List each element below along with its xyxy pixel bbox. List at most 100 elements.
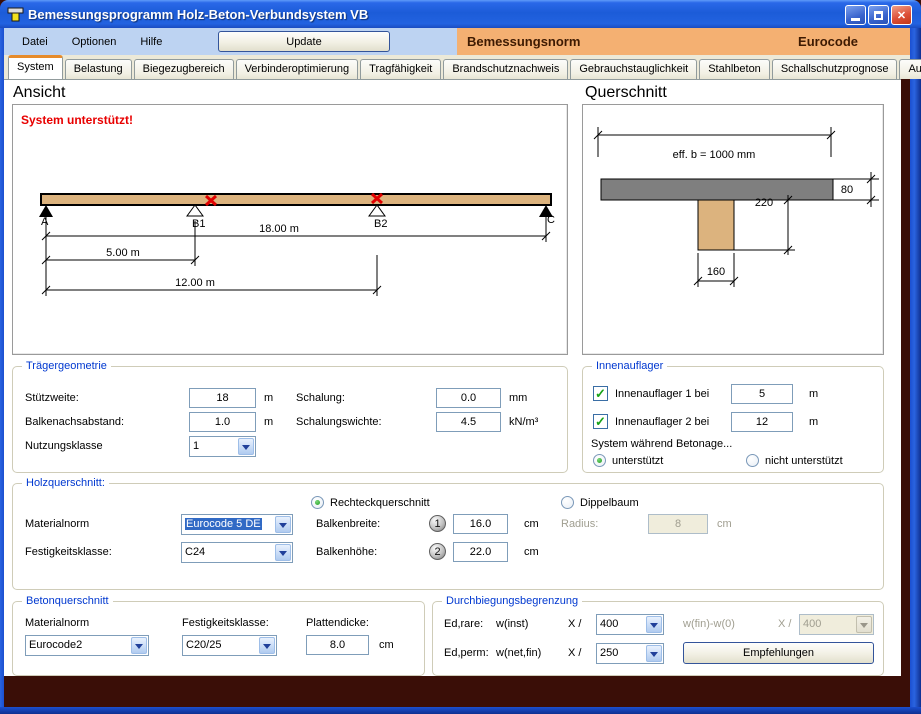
system-view-panel: System unterstützt! A B1 B2 C <box>12 104 568 355</box>
holz-materialnorm-select[interactable]: Eurocode 5 DE <box>181 514 293 535</box>
ed-rare-label: Ed,rare: <box>444 618 483 630</box>
beton-festigkeitsklasse-select[interactable]: C20/25 <box>182 635 277 656</box>
menu-bar: Datei Optionen Hilfe Update Bemessungsno… <box>4 28 910 55</box>
norm-header: Bemessungsnorm Eurocode <box>457 28 910 55</box>
unterstuetzt-radio[interactable] <box>593 454 606 467</box>
rechteckquerschnitt-label[interactable]: Rechteckquerschnitt <box>330 497 430 509</box>
stuetzweite-input[interactable] <box>189 388 256 408</box>
holz-festigkeitsklasse-label: Festigkeitsklasse: <box>25 546 112 558</box>
rare-frac-label: X / <box>568 618 581 630</box>
innenauflager1-unit: m <box>809 388 818 400</box>
tab-gebrauchstauglichkeit[interactable]: Gebrauchstauglichkeit <box>570 59 697 79</box>
nutzungsklasse-select[interactable]: 1 <box>189 436 256 457</box>
close-icon: ✕ <box>897 9 906 22</box>
dippelbaum-label[interactable]: Dippelbaum <box>580 497 639 509</box>
balkenachsabstand-label: Balkenachsabstand: <box>25 416 124 428</box>
betonquerschnitt-title: Betonquerschnitt <box>22 595 113 607</box>
menu-optionen[interactable]: Optionen <box>60 33 129 51</box>
w-netfin-label: w(net,fin) <box>496 647 541 659</box>
tab-schallschutzprognose[interactable]: Schallschutzprognose <box>772 59 898 79</box>
eff-b-label: eff. b = 1000 mm <box>673 149 756 161</box>
titlebar: Bemessungsprogramm Holz-Beton-Verbundsys… <box>0 0 921 28</box>
dim-total-label: 18.00 m <box>259 223 299 235</box>
minimize-button[interactable] <box>845 5 866 25</box>
tab-stahlbeton[interactable]: Stahlbeton <box>699 59 770 79</box>
betonage-label: System während Betonage... <box>591 438 732 450</box>
beam-diagram: A B1 B2 C 18.00 m 5.00 m 1 <box>13 105 567 354</box>
support-c-label: C <box>547 214 555 226</box>
tab-biegezugbereich[interactable]: Biegezugbereich <box>134 59 234 79</box>
window-border-right <box>910 28 921 708</box>
app-window: Bemessungsprogramm Holz-Beton-Verbundsys… <box>0 0 921 714</box>
cross-section-panel: eff. b = 1000 mm 80 220 <box>582 104 884 355</box>
badge-1-icon: 1 <box>429 515 446 532</box>
plattendicke-label: Plattendicke: <box>306 617 369 629</box>
menu-hilfe[interactable]: Hilfe <box>128 33 174 51</box>
chevron-down-icon[interactable] <box>259 637 275 654</box>
holz-festigkeitsklasse-select[interactable]: C24 <box>181 542 293 563</box>
tab-strip: System Belastung Biegezugbereich Verbind… <box>4 55 910 79</box>
window-title: Bemessungsprogramm Holz-Beton-Verbundsys… <box>28 7 368 22</box>
tab-system[interactable]: System <box>8 55 63 79</box>
rechteckquerschnitt-radio[interactable] <box>311 496 324 509</box>
balkenhoehe-label: Balkenhöhe: <box>316 546 377 558</box>
traegergeometrie-title: Trägergeometrie <box>22 360 111 372</box>
chevron-down-icon[interactable] <box>131 637 147 654</box>
plattendicke-input[interactable] <box>306 635 369 655</box>
w-inst-label: w(inst) <box>496 618 528 630</box>
chevron-down-icon[interactable] <box>275 544 291 561</box>
perm-limit-select[interactable]: 250 <box>596 643 664 664</box>
balkenhoehe-input[interactable] <box>453 542 508 562</box>
support-b1-icon <box>187 205 203 216</box>
durchbiegung-group: Durchbiegungsbegrenzung Ed,rare: w(inst)… <box>432 601 884 676</box>
stuetzweite-unit: m <box>264 392 273 404</box>
betonquerschnitt-group: Betonquerschnitt Materialnorm Eurocode2 … <box>12 601 425 676</box>
radius-unit: cm <box>717 518 732 530</box>
system-status-text: System unterstützt! <box>21 113 133 127</box>
tab-ausgabe[interactable]: Ausgabe <box>899 59 921 79</box>
innenauflager1-checkbox[interactable]: ✓ <box>593 386 608 401</box>
unterstuetzt-label[interactable]: unterstützt <box>612 455 663 467</box>
nicht-unterstuetzt-radio[interactable] <box>746 454 759 467</box>
dippelbaum-radio[interactable] <box>561 496 574 509</box>
rare-limit-select[interactable]: 400 <box>596 614 664 635</box>
close-button[interactable]: ✕ <box>891 5 912 25</box>
beton-festigkeitsklasse-label: Festigkeitsklasse: <box>182 617 269 629</box>
slab-thickness-label: 80 <box>841 184 853 196</box>
empfehlungen-button[interactable]: Empfehlungen <box>683 642 874 664</box>
norm-value: Eurocode <box>798 34 858 49</box>
plattendicke-unit: cm <box>379 639 394 651</box>
traegergeometrie-group: Trägergeometrie Stützweite: m Schalung: … <box>12 366 568 473</box>
schalung-unit: mm <box>509 392 527 404</box>
maximize-button[interactable] <box>868 5 889 25</box>
beton-materialnorm-select[interactable]: Eurocode2 <box>25 635 149 656</box>
nicht-unterstuetzt-label[interactable]: nicht unterstützt <box>765 455 843 467</box>
chevron-down-icon[interactable] <box>646 616 662 633</box>
tab-tragfaehigkeit[interactable]: Tragfähigkeit <box>360 59 441 79</box>
menu-datei[interactable]: Datei <box>10 33 60 51</box>
balkenachsabstand-unit: m <box>264 416 273 428</box>
tab-verbinderoptimierung[interactable]: Verbinderoptimierung <box>236 59 359 79</box>
chevron-down-icon[interactable] <box>646 645 662 662</box>
innenauflager1-label[interactable]: Innenauflager 1 bei <box>615 388 709 400</box>
innenauflager2-label[interactable]: Innenauflager 2 bei <box>615 416 709 428</box>
update-button[interactable]: Update <box>218 31 390 52</box>
chevron-down-icon <box>856 616 872 633</box>
innenauflager2-input[interactable] <box>731 412 793 432</box>
innenauflager1-input[interactable] <box>731 384 793 404</box>
balkenachsabstand-input[interactable] <box>189 412 256 432</box>
tab-belastung[interactable]: Belastung <box>65 59 132 79</box>
schalungswichte-input[interactable] <box>436 412 501 432</box>
badge-2-icon: 2 <box>429 543 446 560</box>
balkenbreite-input[interactable] <box>453 514 508 534</box>
chevron-down-icon[interactable] <box>275 516 291 533</box>
holzquerschnitt-group: Holzquerschnitt: Rechteckquerschnitt Dip… <box>12 483 884 590</box>
schalung-input[interactable] <box>436 388 501 408</box>
chevron-down-icon[interactable] <box>238 438 254 455</box>
support-b2-icon <box>369 205 385 216</box>
innenauflager-group: Innenauflager ✓ Innenauflager 1 bei m ✓ … <box>582 366 884 473</box>
querschnitt-heading: Querschnitt <box>585 84 667 102</box>
radius-input <box>648 514 708 534</box>
innenauflager2-checkbox[interactable]: ✓ <box>593 414 608 429</box>
tab-brandschutznachweis[interactable]: Brandschutznachweis <box>443 59 568 79</box>
